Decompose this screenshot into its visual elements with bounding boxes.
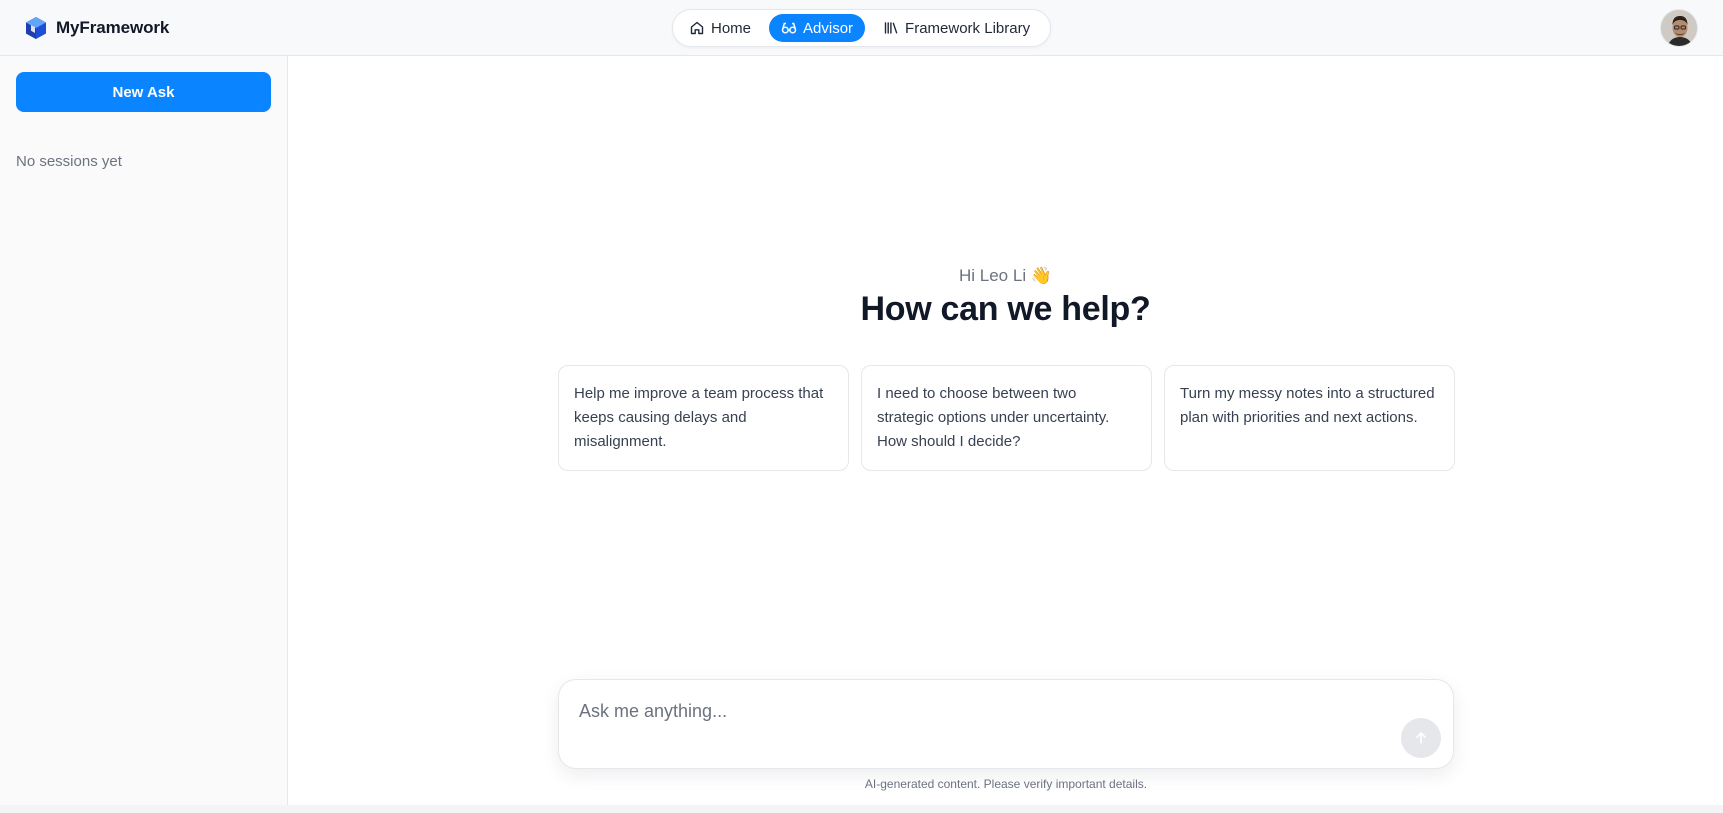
suggestion-card[interactable]: Turn my messy notes into a structured pl… (1164, 365, 1455, 471)
app-root: MyFramework Home Advisor Framework Libra… (0, 0, 1723, 813)
page-title: How can we help? (860, 290, 1151, 328)
arrow-up-icon (1416, 732, 1426, 744)
nav-advisor[interactable]: Advisor (769, 14, 866, 42)
bottom-strip (0, 805, 1723, 813)
brand[interactable]: MyFramework (24, 16, 169, 40)
library-icon (884, 22, 898, 34)
nav-advisor-label: Advisor (803, 19, 854, 37)
user-avatar[interactable] (1660, 9, 1698, 47)
nav-home-label: Home (711, 19, 752, 37)
home-icon (690, 21, 704, 35)
main-nav: Home Advisor Framework Library (672, 9, 1051, 47)
greeting-text: Hi Leo Li 👋 (959, 266, 1052, 285)
ask-input[interactable] (579, 698, 1379, 724)
brand-name: MyFramework (56, 18, 170, 37)
glasses-icon (781, 22, 797, 34)
avatar-image (1661, 10, 1697, 46)
disclaimer-text: AI-generated content. Please verify impo… (864, 777, 1148, 791)
composer (558, 679, 1454, 769)
suggestion-card[interactable]: I need to choose between two strategic o… (861, 365, 1152, 471)
suggestion-card[interactable]: Help me improve a team process that keep… (558, 365, 849, 471)
nav-library-label: Framework Library (905, 19, 1031, 37)
empty-sessions-text: No sessions yet (16, 153, 122, 170)
nav-home[interactable]: Home (677, 14, 763, 42)
sidebar: New Ask No sessions yet (0, 56, 288, 805)
send-button[interactable] (1401, 718, 1441, 758)
top-header: MyFramework Home Advisor Framework Libra… (0, 0, 1723, 56)
suggestion-cards: Help me improve a team process that keep… (558, 365, 1455, 471)
cube-logo-icon (26, 17, 46, 39)
new-ask-button[interactable]: New Ask (16, 72, 271, 112)
nav-framework-library[interactable]: Framework Library (871, 14, 1042, 42)
